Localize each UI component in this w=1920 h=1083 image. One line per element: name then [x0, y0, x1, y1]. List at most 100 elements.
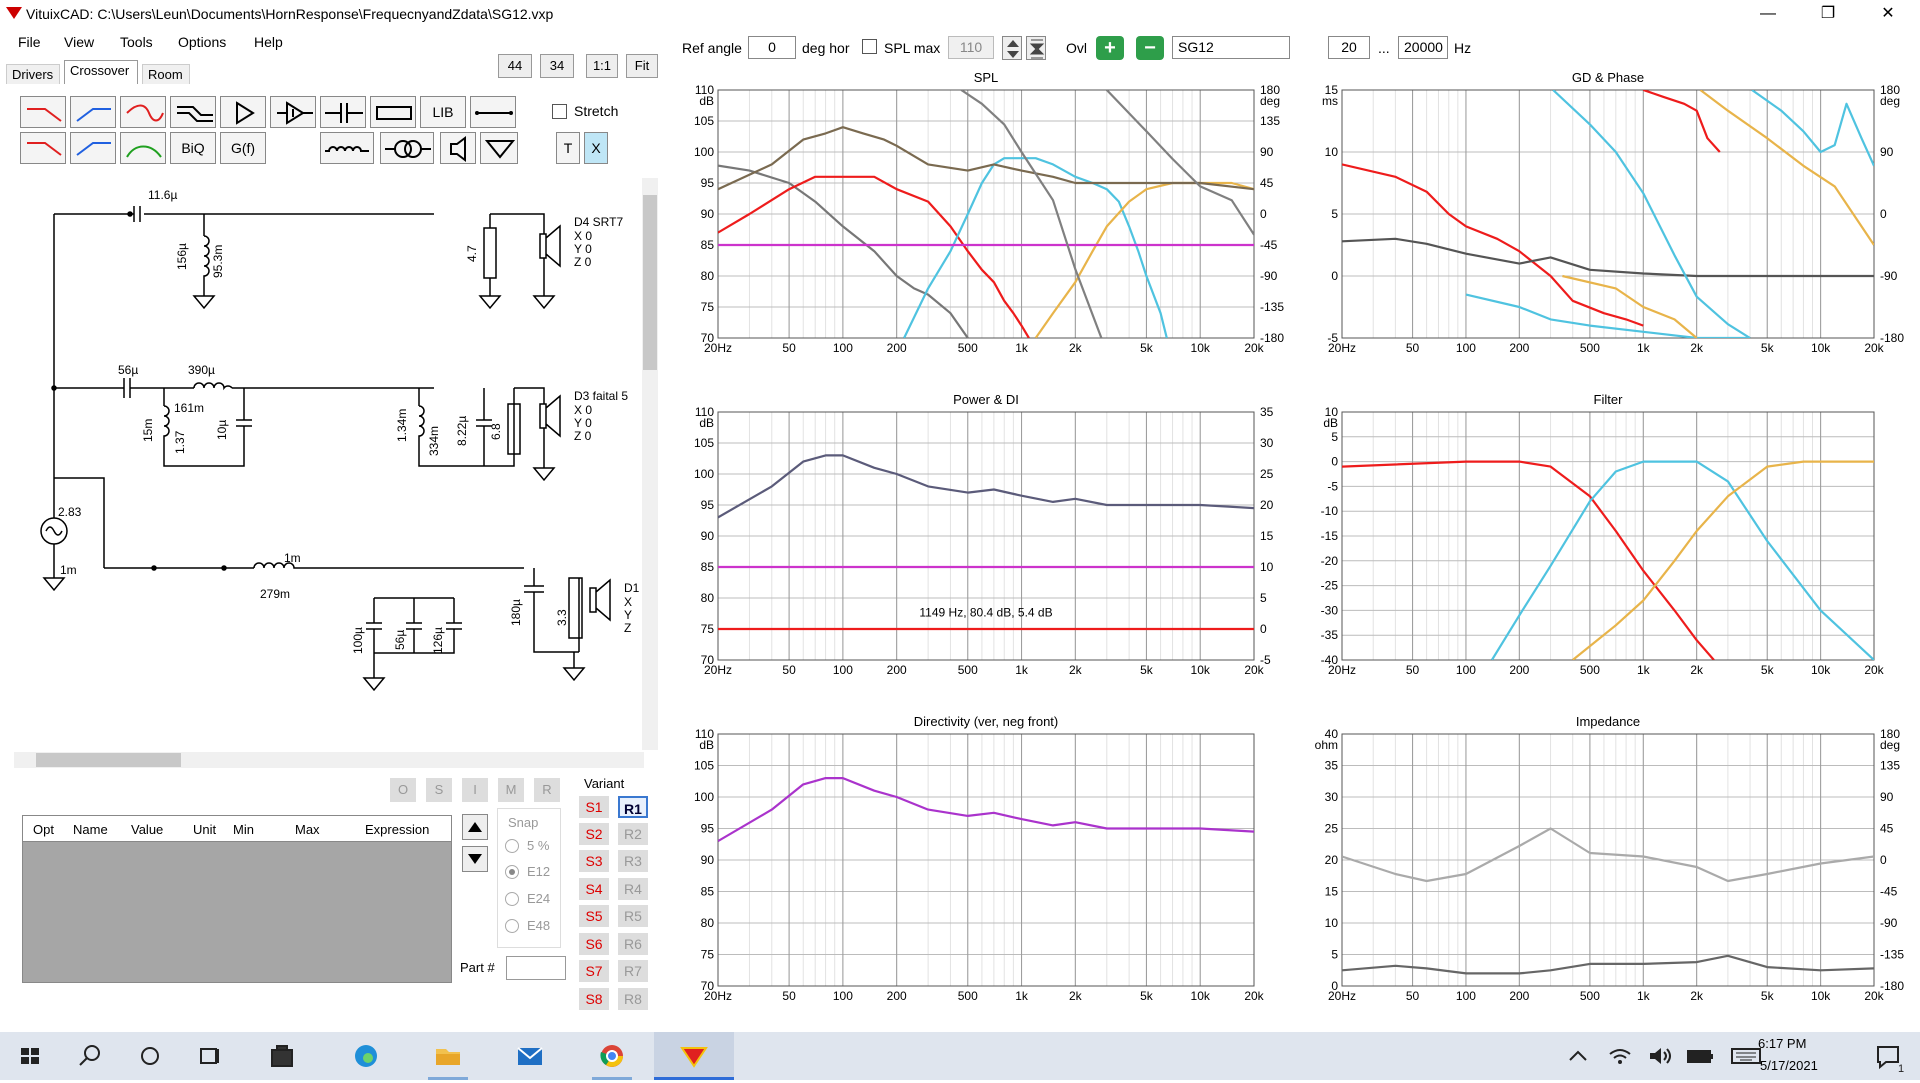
spl-spinner-icon[interactable] — [1002, 36, 1022, 60]
zoom-fit-button[interactable]: Fit — [626, 54, 658, 78]
vituixcad-taskbar-icon[interactable] — [654, 1032, 734, 1080]
column-min[interactable]: Min — [233, 822, 254, 837]
menu-file[interactable]: File — [18, 34, 41, 50]
variant-s3-button[interactable]: S3 — [579, 850, 609, 872]
menu-view[interactable]: View — [64, 34, 94, 50]
zoom-44-button[interactable]: 44 — [498, 54, 532, 78]
spl-chart[interactable]: SPL 110 105 100 95 90 85 80 75 70 dB 180 135 90 45 0 -45… — [678, 68, 1294, 378]
power-di-chart[interactable]: Power & DI 110 105 100 95 90 85 80 75 70 dB 35 30 25 2… — [678, 390, 1294, 700]
zoom-1to1-button[interactable]: 1:1 — [586, 54, 618, 78]
variant-r1-button[interactable]: R1 — [618, 796, 648, 818]
spl-step-icon[interactable] — [1026, 36, 1046, 60]
clock-time[interactable]: 6:17 PM — [1758, 1036, 1806, 1051]
clock-date[interactable]: 5/17/2021 — [1760, 1058, 1818, 1073]
directivity-chart[interactable]: Directivity (ver, neg front) 110 105 100 95 9… — [678, 712, 1294, 1026]
cortana-icon[interactable] — [126, 1032, 174, 1080]
variant-s8-button[interactable]: S8 — [579, 988, 609, 1010]
lowpass-1-tool[interactable] — [20, 96, 66, 128]
parts-table[interactable]: Opt Name Value Unit Min Max Expression — [22, 815, 452, 983]
spl-max-input[interactable]: 110 — [948, 36, 994, 59]
freq-min-input[interactable]: 20 — [1328, 36, 1370, 59]
variant-r6-button[interactable]: R6 — [618, 933, 648, 955]
chevron-up-icon[interactable] — [1556, 1032, 1600, 1080]
variant-r2-button[interactable]: R2 — [618, 823, 648, 845]
battery-icon[interactable] — [1680, 1032, 1720, 1080]
wifi-icon[interactable] — [1600, 1032, 1640, 1080]
optimizer-r-button[interactable]: R — [534, 778, 560, 802]
ref-angle-input[interactable]: 0 — [748, 36, 796, 59]
gd-phase-chart[interactable]: GD & Phase 15 10 5 0 -5 ms 180 90 0 -90 -180 deg 20Hz… — [1302, 68, 1914, 378]
highpass-2-tool[interactable] — [70, 132, 116, 164]
overlay-name-input[interactable]: SG12 — [1172, 36, 1290, 59]
snap-e12-radio[interactable] — [505, 865, 519, 879]
capacitor-tool[interactable] — [320, 96, 366, 128]
variant-s7-button[interactable]: S7 — [579, 960, 609, 982]
biquad-button[interactable]: BiQ — [170, 132, 216, 164]
ground-tool[interactable] — [480, 132, 518, 164]
optimizer-s-button[interactable]: S — [426, 778, 452, 802]
variant-s6-button[interactable]: S6 — [579, 933, 609, 955]
minimize-button[interactable]: — — [1740, 0, 1796, 28]
variant-s4-button[interactable]: S4 — [579, 878, 609, 900]
schematic-horizontal-scroll-thumb[interactable] — [36, 753, 181, 767]
column-unit[interactable]: Unit — [193, 822, 216, 837]
shelf-tool[interactable] — [170, 96, 216, 128]
wire-tool[interactable] — [470, 96, 516, 128]
tab-drivers[interactable]: Drivers — [6, 64, 60, 84]
column-opt[interactable]: Opt — [33, 822, 54, 837]
move-up-button[interactable] — [462, 814, 488, 840]
optimizer-o-button[interactable]: O — [390, 778, 416, 802]
lowpass-2-tool[interactable] — [20, 132, 66, 164]
variant-s1-button[interactable]: S1 — [579, 796, 609, 818]
remove-overlay-button[interactable]: − — [1136, 36, 1164, 60]
chrome-icon[interactable] — [588, 1032, 636, 1080]
variant-r8-button[interactable]: R8 — [618, 988, 648, 1010]
edge-browser-icon[interactable] — [342, 1032, 390, 1080]
variant-s5-button[interactable]: S5 — [579, 905, 609, 927]
resistor-tool[interactable] — [370, 96, 416, 128]
task-view-icon[interactable] — [186, 1032, 234, 1080]
driver-tool[interactable] — [440, 132, 476, 164]
optimizer-i-button[interactable]: I — [462, 778, 488, 802]
buffer-tool[interactable] — [270, 96, 316, 128]
zoom-34-button[interactable]: 34 — [540, 54, 574, 78]
schematic-vertical-scroll-thumb[interactable] — [643, 195, 657, 370]
file-explorer-icon[interactable] — [424, 1032, 472, 1080]
transfer-function-button[interactable]: G(f) — [220, 132, 266, 164]
variant-r3-button[interactable]: R3 — [618, 850, 648, 872]
snap-5pct-radio[interactable] — [505, 839, 519, 853]
menu-options[interactable]: Options — [178, 34, 226, 50]
peak-tool[interactable] — [120, 96, 166, 128]
freq-max-input[interactable]: 20000 — [1398, 36, 1448, 59]
inductor-tool[interactable] — [320, 132, 374, 164]
filter-chart[interactable]: Filter 10 5 0 -5 -10 -15 -20 -25 -30 -35 -40 dB 20Hz 5… — [1302, 390, 1914, 700]
variant-s2-button[interactable]: S2 — [579, 823, 609, 845]
menu-help[interactable]: Help — [254, 34, 283, 50]
column-name[interactable]: Name — [73, 822, 108, 837]
notification-icon[interactable]: 1 — [1864, 1032, 1912, 1080]
mail-icon[interactable] — [506, 1032, 554, 1080]
move-down-button[interactable] — [462, 846, 488, 872]
add-overlay-button[interactable]: + — [1096, 36, 1124, 60]
close-button[interactable]: ✕ — [1860, 0, 1916, 28]
delete-tool[interactable]: X — [584, 132, 608, 164]
search-icon[interactable] — [66, 1032, 114, 1080]
schematic-canvas[interactable]: 11.6µ 156µ 95.3m 4.7 D4 SRT7 X 0 Y 0 Z 0… — [14, 178, 642, 752]
snap-e24-radio[interactable] — [505, 892, 519, 906]
variant-r7-button[interactable]: R7 — [618, 960, 648, 982]
windows-start-icon[interactable] — [6, 1032, 54, 1080]
tab-crossover[interactable]: Crossover — [64, 60, 138, 84]
column-value[interactable]: Value — [131, 822, 163, 837]
restore-button[interactable]: ❐ — [1800, 0, 1856, 28]
variant-r5-button[interactable]: R5 — [618, 905, 648, 927]
spl-max-checkbox[interactable] — [862, 39, 877, 54]
part-number-input[interactable] — [506, 956, 566, 980]
menu-tools[interactable]: Tools — [120, 34, 153, 50]
store-icon[interactable] — [258, 1032, 306, 1080]
variant-r4-button[interactable]: R4 — [618, 878, 648, 900]
snap-e48-radio[interactable] — [505, 919, 519, 933]
impedance-chart[interactable]: Impedance 40 35 30 25 20 15 10 5 0 ohm 180 135 90 45 0-… — [1302, 712, 1914, 1026]
transformer-tool[interactable] — [380, 132, 434, 164]
amplifier-tool[interactable] — [220, 96, 266, 128]
text-tool[interactable]: T — [556, 132, 580, 164]
